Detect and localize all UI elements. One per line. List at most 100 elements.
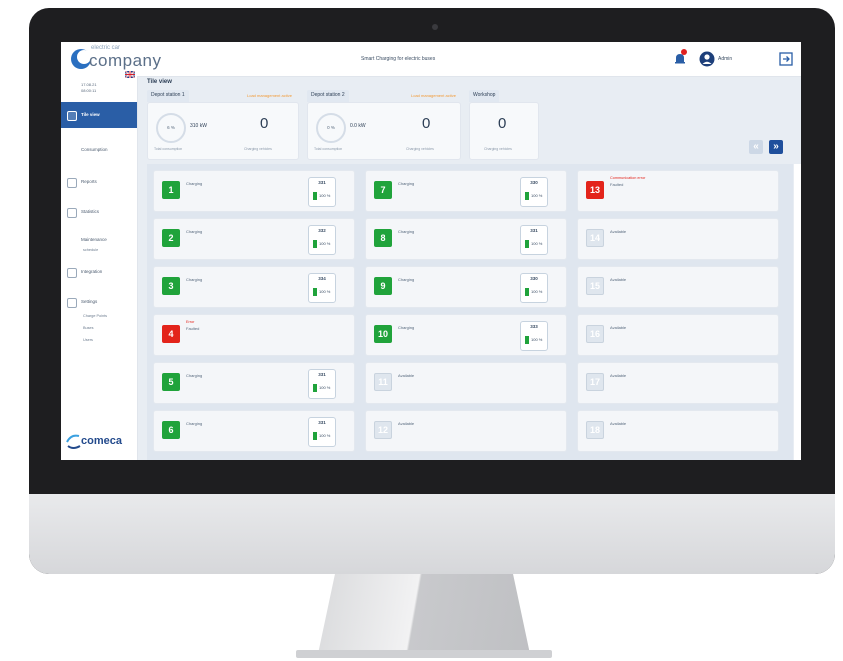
sidebar-item-label: Statistics [81, 209, 100, 214]
monitor-base [296, 650, 552, 658]
plug-icon [67, 268, 77, 278]
charge-point-number: 5 [162, 373, 180, 391]
scrollbar[interactable] [794, 164, 801, 460]
charge-point-number: 12 [374, 421, 392, 439]
charge-point-tile[interactable]: 12 Available [365, 410, 567, 452]
charge-point-tile[interactable]: 7 Charging 330 100 % [365, 170, 567, 212]
tab-workshop[interactable]: Workshop [469, 90, 500, 102]
tile-status: Charging [186, 373, 203, 378]
charge-point-number: 16 [586, 325, 604, 343]
power-reading: 331 [530, 228, 538, 233]
sidebar-time: 08:00:11 [81, 88, 97, 93]
sidebar-item-label: Consumption [81, 147, 108, 152]
load-status: Load management active [247, 93, 292, 98]
charge-point-tile[interactable]: 9 Charging 330 100 % [365, 266, 567, 308]
sidebar-item-consumption[interactable]: Consumption [61, 140, 137, 160]
charge-point-number: 13 [586, 181, 604, 199]
gauge-value: 6 % [167, 125, 175, 130]
charge-point-tile[interactable]: 2 Charging 332 100 % [153, 218, 355, 260]
charge-point-tile[interactable]: 11 Available [365, 362, 567, 404]
charge-point-tile[interactable]: 18 Available [577, 410, 779, 452]
logout-icon[interactable] [779, 52, 793, 66]
battery-icon: 332 100 % [308, 225, 336, 255]
document-icon [67, 178, 77, 188]
battery-fill [313, 384, 317, 392]
charge-point-tile[interactable]: 17 Available [577, 362, 779, 404]
charge-point-tile[interactable]: 4 Error Faulted [153, 314, 355, 356]
tile-status: Available [398, 421, 415, 426]
battery-icon: 331 100 % [520, 225, 548, 255]
charge-point-tile[interactable]: 1 Charging 331 100 % [153, 170, 355, 212]
top-bar: electric car company Smart Charging for … [61, 42, 801, 77]
sidebar: 17.08.21 08:00:11 Tile view Consumption … [61, 71, 138, 460]
tile-status: Available [610, 277, 627, 282]
tile-status: Available [610, 421, 627, 426]
battery-icon: 330 100 % [520, 177, 548, 207]
user-avatar-icon[interactable] [699, 51, 715, 67]
charge-point-tile[interactable]: 10 Charging 333 100 % [365, 314, 567, 356]
load-gauge: 0 % [316, 113, 346, 143]
power-reading: 333 [530, 324, 538, 329]
charge-point-number: 14 [586, 229, 604, 247]
charge-point-tile[interactable]: 13 Communication error Faulted [577, 170, 779, 212]
power-reading: 330 [530, 276, 538, 281]
charge-point-number: 11 [374, 373, 392, 391]
depot-station-1-panel: Depot station 1 Load management active 6… [147, 90, 299, 160]
sidebar-item-reports[interactable]: Reports [61, 172, 137, 192]
uk-flag-icon[interactable] [125, 71, 135, 78]
power-reading: 330 [530, 180, 538, 185]
power-value: 310 kW [190, 123, 207, 129]
charge-point-number: 6 [162, 421, 180, 439]
battery-icon: 331 100 % [308, 177, 336, 207]
tile-status: Charging [186, 421, 203, 426]
battery-fill [313, 192, 317, 200]
charge-point-number: 4 [162, 325, 180, 343]
charge-point-tile[interactable]: 15 Available [577, 266, 779, 308]
sidebar-sub-charge-points[interactable]: Charge Points [83, 314, 107, 318]
sidebar-item-statistics[interactable]: Statistics [61, 202, 137, 222]
sidebar-item-label: Settings [81, 299, 98, 304]
battery-icon: 331 100 % [308, 369, 336, 399]
charge-point-tile[interactable]: 6 Charging 331 100 % [153, 410, 355, 452]
previous-page-button[interactable]: « [749, 140, 763, 154]
charging-caption: Charging vehicles [244, 147, 272, 151]
brand-name: comeca [81, 435, 122, 447]
logo-wordmark: company [89, 51, 162, 70]
charge-point-tile[interactable]: 14 Available [577, 218, 779, 260]
gear-icon [67, 298, 77, 308]
sidebar-sub-schedule[interactable]: schedule [83, 248, 98, 252]
tile-status: Faulted [610, 182, 624, 187]
sidebar-item-integration[interactable]: Integration [61, 262, 137, 282]
charge-point-tile[interactable]: 8 Charging 331 100 % [365, 218, 567, 260]
station-summary: 6 % 310 kW 0 Total consumption Charging … [147, 102, 299, 160]
power-reading: 331 [318, 420, 326, 425]
battery-percent: 100 % [319, 289, 331, 294]
charging-count: 0 [260, 115, 269, 132]
notification-badge [681, 49, 687, 55]
next-page-button[interactable]: » [769, 140, 783, 154]
charge-point-number: 3 [162, 277, 180, 295]
sidebar-sub-users[interactable]: Users [83, 338, 93, 342]
tile-status: Faulted [186, 326, 200, 331]
charge-point-tile[interactable]: 5 Charging 331 100 % [153, 362, 355, 404]
tile-status: Charging [186, 229, 203, 234]
battery-icon: 333 100 % [520, 321, 548, 351]
tile-status: Charging [398, 181, 415, 186]
power-reading: 331 [318, 180, 326, 185]
tab-depot-station-1[interactable]: Depot station 1 [147, 90, 189, 102]
camera-dot [432, 24, 438, 30]
battery-icon: 330 100 % [520, 273, 548, 303]
sidebar-item-tile-view[interactable]: Tile view [61, 102, 137, 128]
sidebar-item-maintenance[interactable]: Maintenance [61, 230, 137, 250]
charge-point-tile[interactable]: 16 Available [577, 314, 779, 356]
sidebar-sub-buses[interactable]: Buses [83, 326, 94, 330]
tile-status: Available [398, 373, 415, 378]
sidebar-item-settings[interactable]: Settings [61, 292, 137, 312]
user-name[interactable]: Admin [718, 56, 732, 62]
sidebar-item-label: Integration [81, 269, 103, 274]
battery-percent: 100 % [319, 433, 331, 438]
charge-point-tile[interactable]: 3 Charging 334 100 % [153, 266, 355, 308]
tab-depot-station-2[interactable]: Depot station 2 [307, 90, 349, 102]
battery-fill [313, 240, 317, 248]
tile-status: Charging [186, 277, 203, 282]
